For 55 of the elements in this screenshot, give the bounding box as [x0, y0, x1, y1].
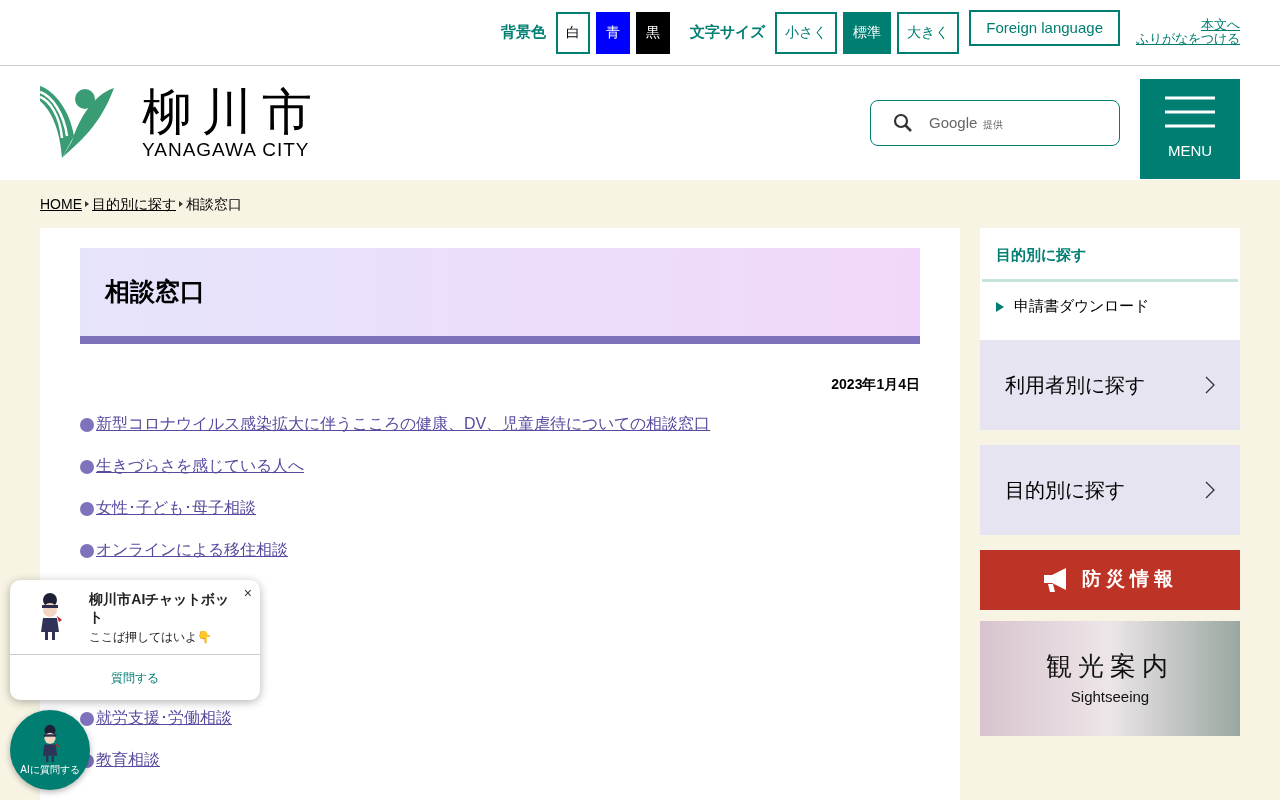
- city-name-roman: YANAGAWA CITY: [142, 139, 311, 161]
- text-size-button[interactable]: 小さく: [775, 11, 838, 54]
- text-size-label: 文字サイズ: [690, 22, 766, 43]
- chevron-right-icon: [85, 201, 89, 207]
- search-placeholder: Google: [929, 112, 978, 133]
- ask-question-button[interactable]: 質問する: [111, 668, 159, 687]
- category-nav-button[interactable]: 利用者別に探す: [980, 339, 1240, 430]
- banner-subtitle: Sightseeing: [1070, 687, 1150, 708]
- breadcrumb-link[interactable]: 目的別に探す: [92, 193, 176, 215]
- sidebar-link[interactable]: 申請書ダウンロード: [1014, 295, 1149, 318]
- search-icon: [893, 113, 913, 133]
- chevron-right-icon: [1205, 480, 1215, 499]
- content-link[interactable]: オンラインによる移住相談: [96, 539, 288, 561]
- chevron-right-icon: [1205, 375, 1215, 394]
- text-size-button[interactable]: 標準: [843, 11, 892, 54]
- content-link[interactable]: 就労支援･労働相談: [96, 707, 232, 729]
- text-size-button[interactable]: 大きく: [897, 11, 960, 54]
- content-link[interactable]: 女性･子ども･母子相談: [96, 497, 256, 519]
- sightseeing-banner[interactable]: 観光案内 Sightseeing: [980, 620, 1240, 736]
- bullet-icon: [80, 502, 94, 516]
- bullet-icon: [80, 460, 94, 474]
- disaster-info-button[interactable]: 防災情報: [980, 549, 1240, 610]
- skip-to-content-link[interactable]: 本文へ: [1201, 18, 1240, 32]
- chatbot-message: ここば押してはいよ👇: [89, 629, 214, 646]
- background-color-button[interactable]: 青: [596, 11, 631, 54]
- bullet-icon: [80, 712, 94, 726]
- megaphone-icon: [1042, 566, 1068, 593]
- breadcrumb-current: 相談窓口: [186, 194, 242, 214]
- breadcrumb-link[interactable]: HOME: [40, 193, 82, 215]
- content-link[interactable]: 新型コロナウイルス感染拡大に伴うこころの健康、DV、児童虐待についての相談窓口: [96, 413, 711, 435]
- furigana-link[interactable]: ふりがなをつける: [1136, 32, 1240, 46]
- search-field[interactable]: Google 提供: [870, 100, 1120, 146]
- foreign-language-button[interactable]: Foreign language: [969, 10, 1120, 46]
- chatbot-title: 柳川市AIチャットボット: [89, 590, 231, 626]
- background-color-button[interactable]: 黒: [636, 11, 671, 54]
- category-nav-button[interactable]: 目的別に探す: [980, 444, 1240, 535]
- search-placeholder-suffix: 提供: [983, 117, 1004, 132]
- city-logo-icon: [40, 86, 114, 160]
- menu-icon: [1165, 95, 1215, 128]
- sidebar-section-title: 目的別に探す: [982, 228, 1238, 282]
- chevron-right-icon: [179, 201, 183, 207]
- background-color-button[interactable]: 白: [556, 11, 591, 54]
- content-link[interactable]: 教育相談: [96, 749, 160, 771]
- city-name-logo: 柳川市: [142, 85, 322, 139]
- date-text: 2023年1月4日: [830, 375, 920, 394]
- background-color-label: 背景色: [501, 22, 547, 43]
- bullet-icon: [80, 544, 94, 558]
- page-title: 相談窓口: [105, 276, 205, 308]
- menu-button[interactable]: MENU: [1140, 79, 1240, 179]
- close-button[interactable]: ×: [243, 586, 252, 600]
- chatbot-launcher-button[interactable]: AIに質問する: [10, 710, 90, 790]
- banner-title: 観光案内: [1046, 650, 1174, 684]
- triangle-icon: [996, 301, 1004, 312]
- content-link[interactable]: 生きづらさを感じている人へ: [96, 455, 304, 477]
- bullet-icon: [80, 418, 94, 432]
